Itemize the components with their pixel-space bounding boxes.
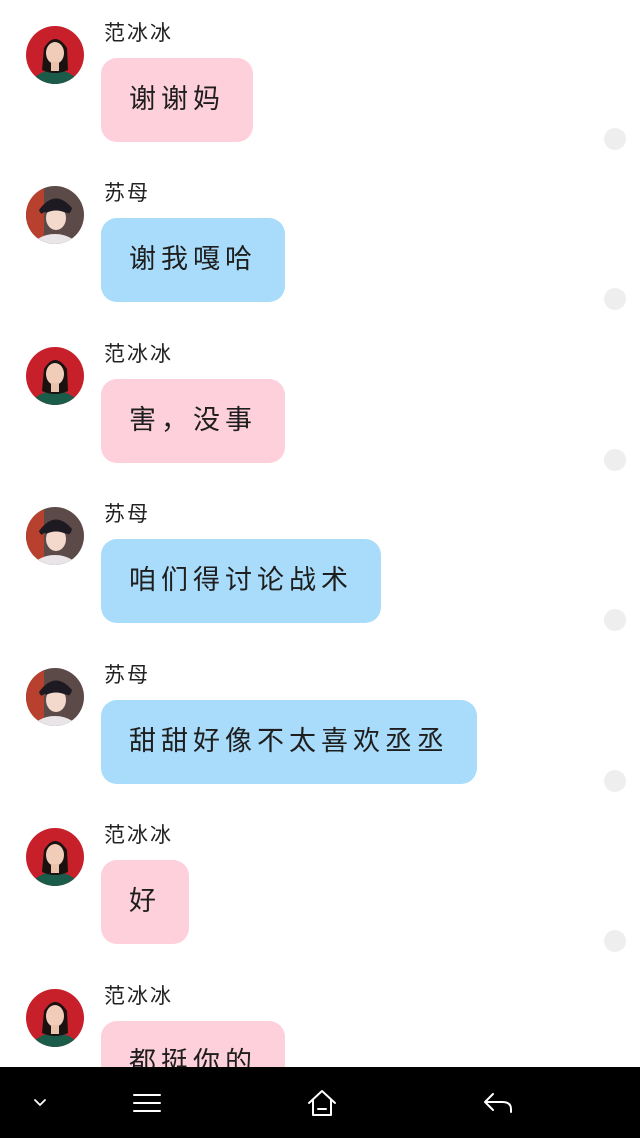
fan-bingbing-avatar[interactable] — [26, 828, 84, 886]
read-status-dot — [604, 449, 626, 471]
message-item: 范冰冰 谢谢妈 — [0, 0, 640, 160]
message-item: 范冰冰 都挺你的 — [0, 963, 640, 1067]
sender-name: 范冰冰 — [104, 21, 173, 45]
su-mu-avatar[interactable] — [26, 507, 84, 565]
su-mu-avatar[interactable] — [26, 186, 84, 244]
read-status-dot — [604, 609, 626, 631]
home-icon[interactable] — [294, 1067, 350, 1138]
sender-name: 范冰冰 — [104, 823, 173, 847]
sender-name: 范冰冰 — [104, 342, 173, 366]
chat-message-list[interactable]: 范冰冰 谢谢妈 苏母 谢我嘎哈 范冰冰 害，没事 苏母 咱们得讨论战术 苏母 甜… — [0, 0, 640, 1067]
sender-name: 苏母 — [104, 502, 150, 526]
message-bubble[interactable]: 谢谢妈 — [101, 58, 253, 142]
system-navigation-bar — [0, 1067, 640, 1138]
fan-bingbing-avatar[interactable] — [26, 347, 84, 405]
message-bubble[interactable]: 好 — [101, 860, 189, 944]
su-mu-avatar[interactable] — [26, 668, 84, 726]
message-bubble[interactable]: 害，没事 — [101, 379, 285, 463]
sender-name: 范冰冰 — [104, 984, 173, 1008]
menu-icon[interactable] — [120, 1067, 174, 1138]
message-bubble[interactable]: 谢我嘎哈 — [101, 218, 285, 302]
message-bubble[interactable]: 甜甜好像不太喜欢丞丞 — [101, 700, 477, 784]
message-item: 苏母 谢我嘎哈 — [0, 160, 640, 320]
fan-bingbing-avatar[interactable] — [26, 989, 84, 1047]
read-status-dot — [604, 128, 626, 150]
sender-name: 苏母 — [104, 181, 150, 205]
message-bubble[interactable]: 咱们得讨论战术 — [101, 539, 381, 623]
read-status-dot — [604, 288, 626, 310]
read-status-dot — [604, 930, 626, 952]
fan-bingbing-avatar[interactable] — [26, 26, 84, 84]
sender-name: 苏母 — [104, 663, 150, 687]
chevron-down-icon[interactable] — [18, 1067, 62, 1138]
message-item: 范冰冰 害，没事 — [0, 321, 640, 481]
message-bubble[interactable]: 都挺你的 — [101, 1021, 285, 1067]
message-item: 苏母 甜甜好像不太喜欢丞丞 — [0, 642, 640, 802]
message-item: 苏母 咱们得讨论战术 — [0, 481, 640, 641]
message-item: 范冰冰 好 — [0, 802, 640, 962]
back-icon[interactable] — [470, 1067, 526, 1138]
read-status-dot — [604, 770, 626, 792]
